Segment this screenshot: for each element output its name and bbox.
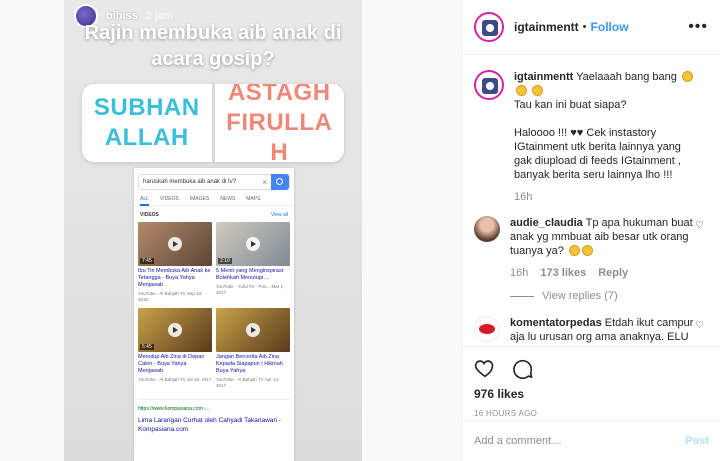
avatar[interactable] [474, 70, 504, 100]
search-screenshot: haruskah membuka aib anak di tv? × ALL V… [134, 168, 294, 461]
shot-video-card: Jangan Bercerita Aib Zina Kepada Siapapu… [216, 308, 290, 389]
shot-video-card: 5:45 Menutup Aib Zina di Depan Calon - B… [138, 308, 212, 389]
shot-tabs: ALL VIDEOS IMAGES NEWS MAPS [134, 190, 294, 206]
view-replies-label: View replies (7) [542, 290, 618, 302]
comments-list[interactable]: igtainmentt Yaelaaah bang bang Tau kan i… [462, 56, 720, 346]
post-timestamp: 16 HOURS AGO [474, 409, 538, 418]
shot-query: haruskah membuka aib anak di tv? [143, 179, 237, 185]
shot-tab-maps: MAPS [246, 196, 261, 202]
shot-tab-videos: VIDEOS [159, 196, 179, 202]
caption-text-2: Tau kan ini buat siapa? [514, 99, 627, 111]
story-poll: SUBHANALLAH ASTAGHFIRULLAH [82, 84, 344, 162]
video-duration: 5:45 [140, 344, 154, 350]
post-actions: 976 likes 16 HOURS AGO [462, 346, 720, 418]
follow-button[interactable]: Follow [591, 20, 629, 34]
heart-icon[interactable]: ♡ [695, 220, 705, 231]
video-thumbnail [216, 308, 290, 352]
video-thumbnail: 2:10 [216, 222, 290, 266]
post-media[interactable]: bibiss 2 jam Rajin membuka aib anak di a… [0, 0, 461, 461]
shot-tab-all: ALL [140, 196, 149, 206]
avatar[interactable] [474, 12, 504, 42]
play-icon [246, 323, 260, 337]
video-title: Jangan Bercerita Aib Zina Kepada Siapapu… [216, 354, 283, 374]
comment-icon[interactable] [512, 357, 534, 382]
video-meta: YouTube · Al Bahjah TV Apr 14, 2017 [216, 377, 280, 388]
view-replies-button[interactable]: View replies (7) [510, 290, 709, 302]
shot-video-grid: 7:45 Ibu Tiri Membuka Aib Anak ke Tetang… [134, 222, 294, 389]
video-title: Ibu Tiri Membuka Aib Anak ke Tetangga - … [138, 268, 211, 288]
comment-body: audie_claudia Tp apa hukuman buat anak y… [510, 216, 696, 280]
shot-search-box: haruskah membuka aib anak di tv? × [138, 174, 290, 190]
caption-username[interactable]: igtainmentt [514, 71, 573, 83]
emoji-icon [581, 245, 593, 256]
caption: igtainmentt Yaelaaah bang bang Tau kan i… [474, 70, 709, 204]
heart-icon[interactable]: ♡ [695, 320, 705, 331]
video-thumbnail: 5:45 [138, 308, 212, 352]
avatar[interactable] [474, 216, 500, 242]
comment-likes[interactable]: 173 likes [540, 266, 586, 280]
comment-input[interactable] [474, 435, 686, 447]
close-icon: × [262, 178, 267, 187]
comment-body: komentatorpedas Etdah ikut campur aja lu… [510, 316, 696, 346]
caption-text-1: Yaelaaah bang bang [576, 71, 677, 83]
story-screenshot: bibiss 2 jam Rajin membuka aib anak di a… [64, 0, 362, 461]
shot-view-all: View all [270, 212, 288, 218]
story-question: Rajin membuka aib anak di acara gosip? [84, 22, 342, 70]
play-icon [246, 237, 260, 251]
likes-count[interactable]: 976 likes [474, 387, 709, 401]
post-header: igtainmentt • Follow ••• [462, 0, 720, 55]
result-url: https://www.kompasiana.com ›... [138, 406, 210, 412]
caption-text-3: Haloooo !!! ♥♥ Cek instastory IGtainment… [514, 127, 681, 181]
emoji-icon [516, 85, 527, 96]
action-buttons [474, 355, 709, 383]
comment-time[interactable]: 16h [510, 266, 528, 280]
heart-icon[interactable] [474, 357, 496, 382]
comment-item: komentatorpedas Etdah ikut campur aja lu… [474, 316, 709, 346]
poll-option-b: ASTAGHFIRULLAH [226, 84, 333, 162]
shot-tab-images: IMAGES [189, 196, 210, 202]
emoji-icon [532, 85, 544, 96]
more-options-icon[interactable]: ••• [688, 18, 708, 36]
add-comment-bar: Post [462, 420, 720, 461]
caption-meta: 16h [514, 190, 700, 204]
video-duration: 2:10 [218, 258, 232, 264]
shot-tab-news: NEWS [220, 196, 236, 202]
video-title: 5 Menit yang Menginspirasi: Bolehkah Men… [216, 268, 285, 281]
play-icon [168, 237, 182, 251]
search-icon [271, 174, 289, 190]
emoji-icon [568, 245, 580, 256]
shot-videos-label: VIDEOS [140, 212, 159, 218]
video-title: Menutup Aib Zina di Depan Calon - Buya Y… [138, 354, 205, 374]
result-title: Lima Larangan Curhat oleh Cahyadi Takari… [138, 417, 281, 433]
poll-option-a: SUBHANALLAH [82, 84, 215, 162]
comment-username[interactable]: komentatorpedas [510, 317, 602, 329]
header-username[interactable]: igtainmentt [514, 20, 579, 34]
post-sidebar: igtainmentt • Follow ••• igtainmentt Yae… [461, 0, 720, 461]
video-meta: YouTube · Yufid TV · Pen... Mar 1, 2017 [216, 284, 285, 295]
comment-username[interactable]: audie_claudia [510, 217, 583, 229]
comment-meta: 16h 173 likes Reply [510, 266, 696, 280]
divider [510, 295, 534, 297]
separator-dot: • [582, 21, 587, 33]
video-thumbnail: 7:45 [138, 222, 212, 266]
comment-item: audie_claudia Tp apa hukuman buat anak y… [474, 216, 709, 280]
shot-search-result: https://www.kompasiana.com ›... Lima Lar… [138, 399, 290, 434]
shot-video-card: 2:10 5 Menit yang Menginspirasi: Bolehka… [216, 222, 290, 303]
post-button[interactable]: Post [685, 435, 709, 447]
video-duration: 7:45 [140, 258, 154, 264]
avatar[interactable] [474, 316, 500, 342]
emoji-icon [681, 71, 693, 82]
video-meta: YouTube · Al Bahjah TV Jul 19, 2017 [138, 377, 212, 382]
shot-videos-heading: VIDEOS View all [134, 206, 294, 222]
shot-video-card: 7:45 Ibu Tiri Membuka Aib Anak ke Tetang… [138, 222, 212, 303]
caption-body: igtainmentt Yaelaaah bang bang Tau kan i… [514, 70, 700, 204]
caption-time[interactable]: 16h [514, 190, 532, 204]
play-icon [168, 323, 182, 337]
reply-button[interactable]: Reply [598, 266, 628, 280]
video-meta: YouTube · Al Bahjah TV Sep 23, 2018 [138, 291, 203, 302]
